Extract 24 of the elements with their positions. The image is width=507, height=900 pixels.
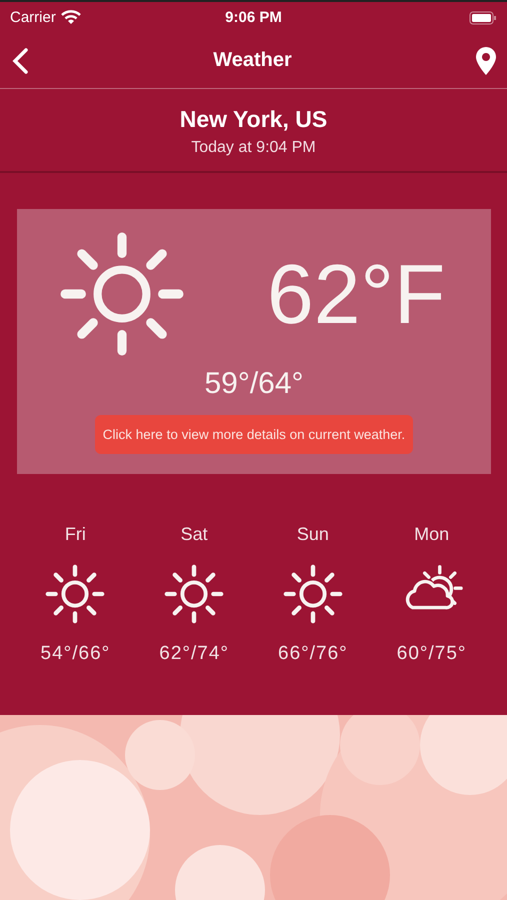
forecast-range: 54°/66°	[40, 643, 110, 665]
location-pin-icon[interactable]	[474, 46, 497, 76]
sun-icon	[282, 563, 344, 625]
wifi-icon	[60, 10, 81, 25]
temperature-range: 59°/64°	[204, 367, 304, 401]
back-icon[interactable]	[10, 46, 30, 74]
screen-title: Weather	[213, 49, 292, 72]
forecast-range: 60°/75°	[396, 643, 466, 665]
forecast-range: 66°/76°	[278, 643, 348, 665]
forecast-day: Sat	[180, 524, 208, 545]
city-name: New York, US	[180, 106, 328, 133]
status-time: 9:06 PM	[225, 9, 282, 26]
sun-icon	[163, 563, 226, 625]
forecast-range: 62°/74°	[159, 643, 229, 665]
sun-icon	[44, 563, 106, 625]
forecast-day: Fri	[64, 524, 86, 545]
forecast-day: Sun	[296, 524, 329, 545]
details-button[interactable]: Click here to view more details on current weather.	[94, 415, 414, 454]
updated-time: Today at 9:04 PM	[191, 139, 316, 157]
current-weather-card[interactable]: 62°F 59°/64° Click here to view more details on current weather.	[17, 209, 491, 474]
current-temperature: 62°F	[267, 246, 446, 342]
carrier-label: Carrier	[10, 9, 56, 26]
forecast-day: Mon	[414, 524, 450, 545]
battery-icon	[468, 10, 497, 24]
